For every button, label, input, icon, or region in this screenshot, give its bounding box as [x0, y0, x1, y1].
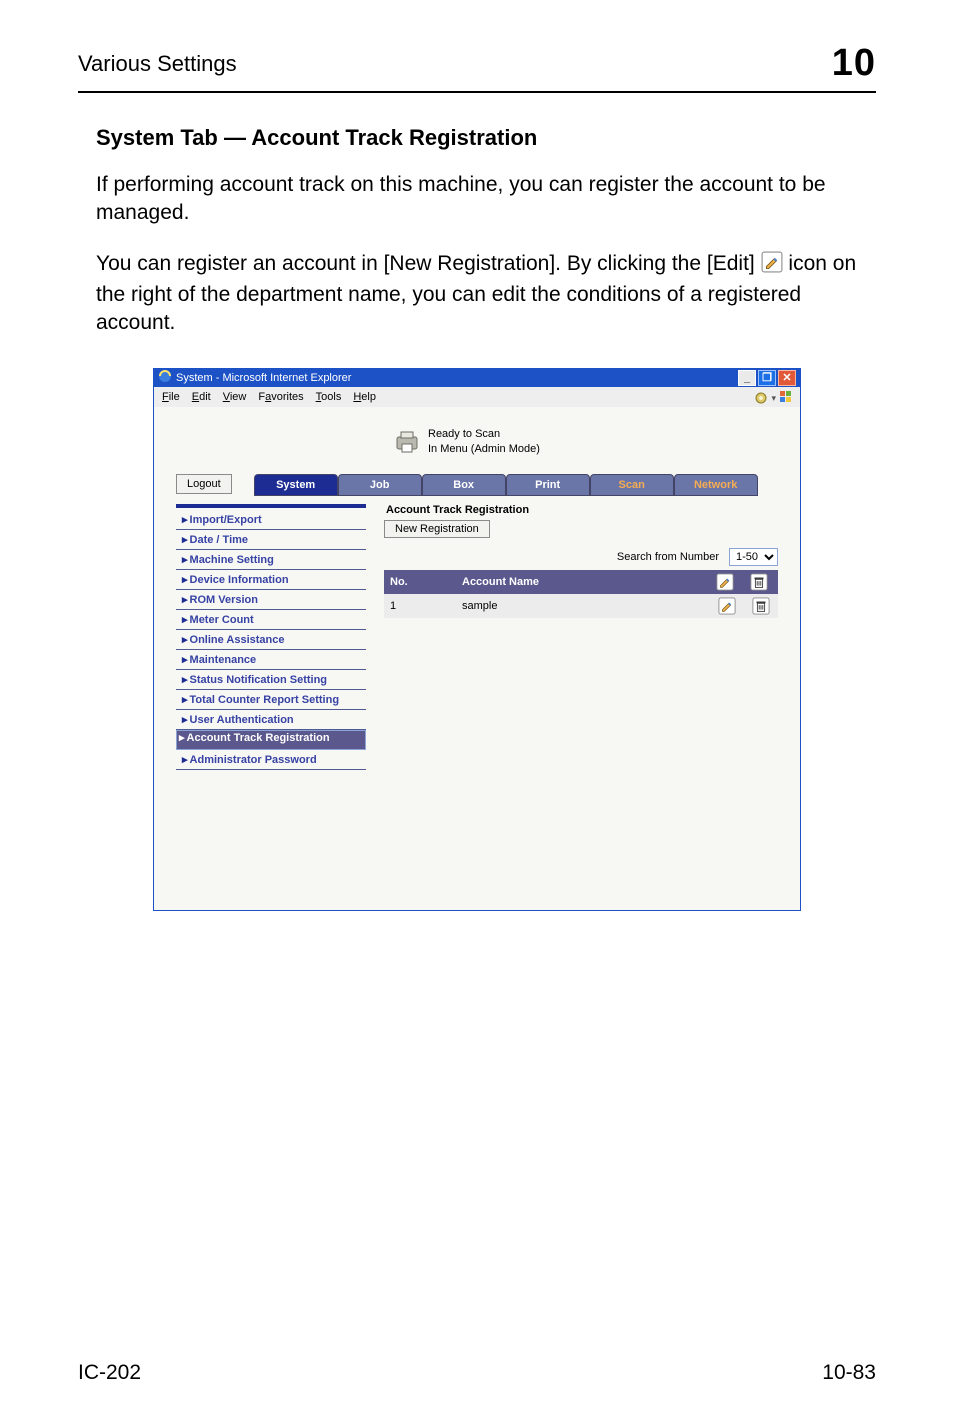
- paragraph-1: If performing account track on this mach…: [96, 171, 858, 228]
- tab-scan[interactable]: Scan: [590, 474, 674, 496]
- footer-left: IC-202: [78, 1361, 141, 1385]
- gear-icon[interactable]: [753, 390, 769, 406]
- running-head-left: Various Settings: [78, 51, 237, 77]
- sidebar-item-total-counter-report[interactable]: ▸Total Counter Report Setting: [176, 690, 366, 710]
- sidebar-item-maintenance[interactable]: ▸Maintenance: [176, 650, 366, 670]
- trash-icon[interactable]: [752, 597, 770, 615]
- sidebar-item-device-information[interactable]: ▸Device Information: [176, 570, 366, 590]
- menu-help[interactable]: Help: [353, 391, 376, 403]
- menu-favorites[interactable]: Favorites: [258, 391, 303, 403]
- chevron-down-icon[interactable]: ▾: [771, 393, 776, 404]
- search-label: Search from Number: [617, 551, 719, 563]
- sidebar-item-account-track-registration[interactable]: ▸Account Track Registration: [176, 730, 366, 750]
- sidebar: ▸Import/Export ▸Date / Time ▸Machine Set…: [176, 504, 366, 770]
- minimize-button[interactable]: _: [738, 370, 756, 386]
- sidebar-item-online-assistance[interactable]: ▸Online Assistance: [176, 630, 366, 650]
- cell-no: 1: [384, 594, 456, 618]
- menu-bar: File Edit View Favorites Tools Help ▾: [154, 387, 800, 407]
- new-registration-button[interactable]: New Registration: [384, 520, 490, 538]
- col-edit: [710, 570, 744, 594]
- paragraph-2a: You can register an account in [New Regi…: [96, 252, 761, 275]
- sidebar-item-import-export[interactable]: ▸Import/Export: [176, 510, 366, 530]
- sidebar-item-date-time[interactable]: ▸Date / Time: [176, 530, 366, 550]
- sidebar-item-status-notification[interactable]: ▸Status Notification Setting: [176, 670, 366, 690]
- window-title: System - Microsoft Internet Explorer: [176, 372, 351, 384]
- tab-print[interactable]: Print: [506, 474, 590, 496]
- sidebar-item-rom-version[interactable]: ▸ROM Version: [176, 590, 366, 610]
- title-bar[interactable]: System - Microsoft Internet Explorer _ ❐…: [154, 369, 800, 387]
- trash-icon[interactable]: [750, 573, 768, 591]
- col-delete: [744, 570, 778, 594]
- sidebar-item-administrator-password[interactable]: ▸Administrator Password: [176, 750, 366, 770]
- sidebar-item-meter-count[interactable]: ▸Meter Count: [176, 610, 366, 630]
- search-select[interactable]: 1-50: [729, 548, 778, 566]
- table-row: 1 sample: [384, 594, 778, 618]
- windows-flag-icon: [778, 389, 794, 408]
- edit-icon[interactable]: [716, 573, 734, 591]
- edit-icon: [761, 251, 783, 281]
- col-no: No.: [384, 570, 456, 594]
- maximize-button[interactable]: ❐: [758, 370, 776, 386]
- menu-tools[interactable]: Tools: [316, 391, 342, 403]
- menu-file[interactable]: File: [162, 391, 180, 403]
- sidebar-item-user-authentication[interactable]: ▸User Authentication: [176, 710, 366, 730]
- running-head-right: 10: [832, 42, 876, 85]
- sidebar-item-machine-setting[interactable]: ▸Machine Setting: [176, 550, 366, 570]
- paragraph-2: You can register an account in [New Regi…: [96, 250, 858, 338]
- menu-edit[interactable]: Edit: [192, 391, 211, 403]
- accounts-table: No. Account Name: [384, 570, 778, 618]
- footer-right: 10-83: [822, 1361, 876, 1385]
- tab-job[interactable]: Job: [338, 474, 422, 496]
- ie-icon: [158, 369, 172, 386]
- section-title: System Tab — Account Track Registration: [96, 125, 858, 151]
- printer-icon: [394, 429, 420, 455]
- close-button[interactable]: ✕: [778, 370, 796, 386]
- main-section-title: Account Track Registration: [386, 504, 778, 516]
- banner-line1: Ready to Scan: [428, 427, 540, 442]
- tab-box[interactable]: Box: [422, 474, 506, 496]
- logout-button[interactable]: Logout: [176, 474, 232, 494]
- menu-view[interactable]: View: [223, 391, 247, 403]
- banner-line2: In Menu (Admin Mode): [428, 442, 540, 457]
- tab-system[interactable]: System: [254, 474, 338, 496]
- col-account-name: Account Name: [456, 570, 710, 594]
- cell-account-name: sample: [456, 594, 710, 618]
- tab-network[interactable]: Network: [674, 474, 758, 496]
- edit-icon[interactable]: [718, 597, 736, 615]
- browser-window: System - Microsoft Internet Explorer _ ❐…: [153, 368, 801, 912]
